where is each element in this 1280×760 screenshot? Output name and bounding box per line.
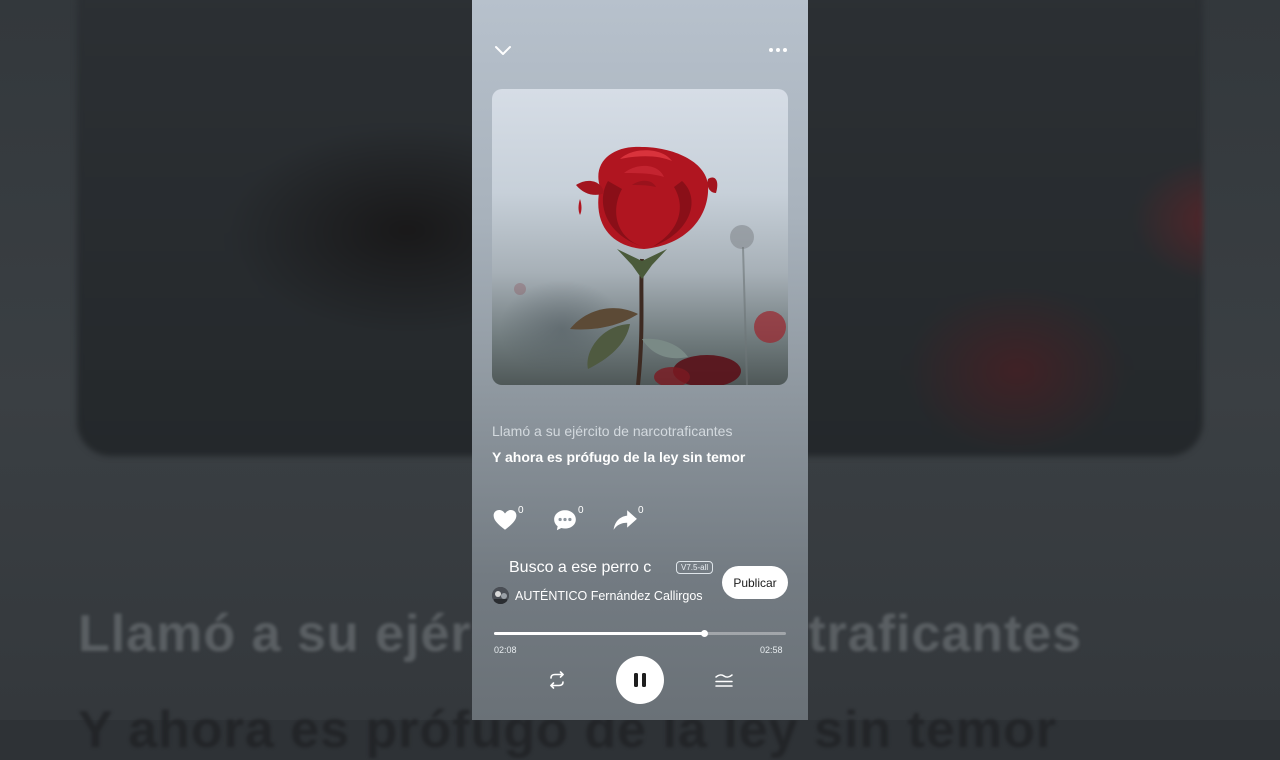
album-cover-art xyxy=(492,89,788,385)
playlist-icon[interactable] xyxy=(713,670,735,690)
share-button[interactable]: 0 xyxy=(612,505,662,535)
share-count: 0 xyxy=(638,505,644,516)
like-count: 0 xyxy=(518,505,524,516)
progress-bar[interactable] xyxy=(494,630,786,637)
chevron-down-icon[interactable] xyxy=(492,40,514,60)
pause-icon xyxy=(634,673,646,687)
pause-button[interactable] xyxy=(616,656,664,704)
artist-avatar[interactable] xyxy=(492,587,509,604)
avatar-image xyxy=(492,587,509,604)
rose-illustration xyxy=(514,146,786,385)
like-button[interactable]: 0 xyxy=(492,505,542,535)
music-player-panel: Llamó a su ejército de narcotraficantes … xyxy=(472,0,808,720)
comment-icon xyxy=(554,510,576,531)
lyric-line-current: Y ahora es prófugo de la ley sin temor xyxy=(492,449,746,465)
more-dots-icon[interactable] xyxy=(766,40,790,60)
comment-count: 0 xyxy=(578,505,584,516)
repeat-icon[interactable] xyxy=(546,670,568,690)
comment-button[interactable]: 0 xyxy=(552,505,602,535)
lyric-line-previous: Llamó a su ejército de narcotraficantes xyxy=(492,423,733,439)
song-title[interactable]: Busco a ese perro c xyxy=(509,559,651,577)
total-time: 02:58 xyxy=(760,645,783,655)
progress-knob[interactable] xyxy=(701,630,709,637)
heart-icon xyxy=(493,510,517,530)
share-icon xyxy=(613,510,637,530)
publish-button[interactable]: Publicar xyxy=(722,566,788,599)
artist-name[interactable]: AUTÉNTICO Fernández Callirgos xyxy=(515,589,703,603)
elapsed-time: 02:08 xyxy=(494,645,517,655)
version-badge: V7.5-all xyxy=(676,561,714,574)
progress-fill xyxy=(494,632,705,635)
